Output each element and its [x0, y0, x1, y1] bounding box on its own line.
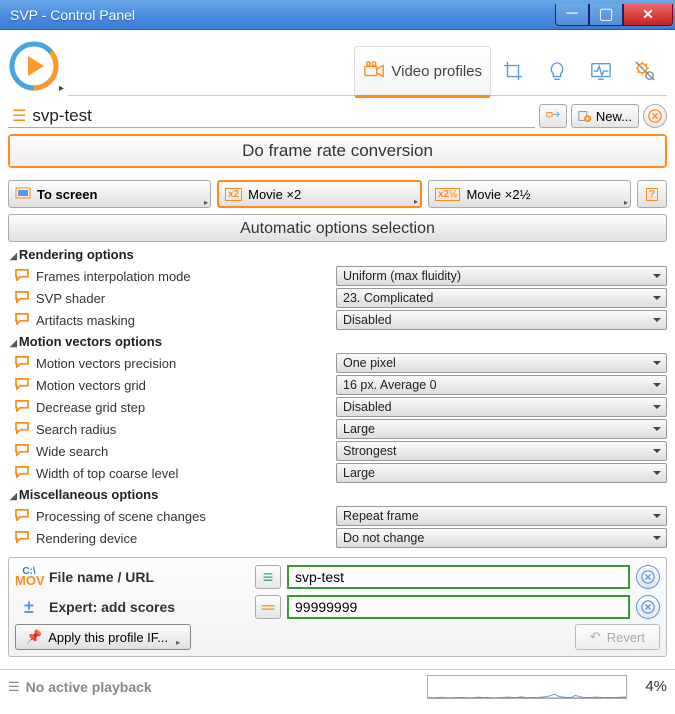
- opt-width-coarse-label: Width of top coarse level: [36, 466, 336, 481]
- bubble-icon: [8, 356, 36, 371]
- tab-crop[interactable]: [491, 46, 535, 95]
- panel-header[interactable]: Do frame rate conversion: [10, 136, 665, 166]
- tab-video-profiles[interactable]: Video profiles: [354, 46, 491, 95]
- bubble-icon: [8, 378, 36, 393]
- filename-label: File name / URL: [49, 569, 249, 585]
- bubble-icon: [8, 313, 36, 328]
- close-icon: [641, 570, 655, 584]
- opt-wide-search-select[interactable]: Strongest: [336, 441, 667, 461]
- opt-render-device-label: Rendering device: [36, 531, 336, 546]
- bubble-icon: [8, 422, 36, 437]
- bubble-icon: [8, 269, 36, 284]
- close-icon: [641, 600, 655, 614]
- opt-mv-grid-label: Motion vectors grid: [36, 378, 336, 393]
- bubble-icon: [8, 444, 36, 459]
- apply-if-button[interactable]: 📌 Apply this profile IF...: [15, 624, 191, 650]
- new-profile-button[interactable]: New...: [571, 104, 639, 128]
- opt-scene-changes-select[interactable]: Repeat frame: [336, 506, 667, 526]
- camera-icon: [363, 60, 385, 82]
- bubble-icon: [8, 531, 36, 546]
- performance-graph: [427, 675, 627, 699]
- tab-video-profiles-label: Video profiles: [391, 63, 482, 80]
- lightbulb-icon: [546, 60, 568, 82]
- match-mode-expert-button[interactable]: ═: [255, 595, 281, 619]
- x2-5-icon: x2½: [435, 188, 460, 201]
- mode-to-screen[interactable]: To screen: [8, 180, 211, 208]
- opt-decrease-grid-label: Decrease grid step: [36, 400, 336, 415]
- status-text: No active playback: [26, 679, 152, 695]
- opt-mv-grid-select[interactable]: 16 px. Average 0: [336, 375, 667, 395]
- opt-artifacts-label: Artifacts masking: [36, 313, 336, 328]
- crop-icon: [502, 60, 524, 82]
- opt-search-radius-label: Search radius: [36, 422, 336, 437]
- cpu-percent: 4%: [627, 678, 667, 695]
- opt-render-device-select[interactable]: Do not change: [336, 528, 667, 548]
- opt-frames-interp-select[interactable]: Uniform (max fluidity): [336, 266, 667, 286]
- expert-label: Expert: add scores: [49, 599, 249, 615]
- opt-search-radius-select[interactable]: Large: [336, 419, 667, 439]
- mode-help-button[interactable]: ?: [637, 180, 667, 208]
- section-rendering[interactable]: Rendering options: [8, 244, 667, 265]
- clear-expert-button[interactable]: [636, 595, 660, 619]
- window-titlebar: SVP - Control Panel ─ ▢ ✕: [0, 0, 675, 30]
- profile-flow-icon: [546, 109, 560, 123]
- opt-width-coarse-select[interactable]: Large: [336, 463, 667, 483]
- revert-button[interactable]: ↶ Revert: [575, 624, 660, 650]
- x2-icon: x2: [225, 188, 242, 201]
- section-misc[interactable]: Miscellaneous options: [8, 484, 667, 505]
- mode-movie-x2-5[interactable]: x2½ Movie ×2½: [428, 180, 631, 208]
- bubble-icon: [8, 466, 36, 481]
- opt-wide-search-label: Wide search: [36, 444, 336, 459]
- status-bar: ☰ No active playback 4%: [0, 669, 675, 703]
- bubble-icon: [8, 400, 36, 415]
- profile-action-button[interactable]: [539, 104, 567, 128]
- logo-menu-indicator-icon: ▸: [59, 83, 64, 94]
- delete-profile-button[interactable]: [643, 104, 667, 128]
- opt-decrease-grid-select[interactable]: Disabled: [336, 397, 667, 417]
- playback-menu-icon[interactable]: ☰: [8, 679, 20, 695]
- window-maximize-button[interactable]: ▢: [589, 4, 623, 26]
- mode-movie-x2[interactable]: x2 Movie ×2: [217, 180, 422, 208]
- screen-icon: [15, 187, 31, 201]
- opt-mv-precision-select[interactable]: One pixel: [336, 353, 667, 373]
- new-icon: [578, 109, 592, 123]
- opt-artifacts-select[interactable]: Disabled: [336, 310, 667, 330]
- close-icon: [648, 109, 662, 123]
- tab-monitor[interactable]: [579, 46, 623, 95]
- tab-settings[interactable]: [623, 46, 667, 95]
- gear-bug-icon: [634, 60, 656, 82]
- window-close-button[interactable]: ✕: [623, 4, 673, 26]
- mov-badge-icon: C:\MOV: [15, 567, 43, 587]
- hamburger-icon: ☰: [8, 106, 30, 126]
- profile-name: svp-test: [30, 106, 92, 126]
- opt-mv-precision-label: Motion vectors precision: [36, 356, 336, 371]
- window-minimize-button[interactable]: ─: [555, 4, 589, 26]
- section-motion[interactable]: Motion vectors options: [8, 331, 667, 352]
- heart-monitor-icon: [590, 60, 612, 82]
- opt-svp-shader-label: SVP shader: [36, 291, 336, 306]
- tab-hints[interactable]: [535, 46, 579, 95]
- plus-minus-icon: ±: [15, 597, 43, 618]
- bubble-icon: [8, 291, 36, 306]
- bubble-icon: [8, 509, 36, 524]
- auto-options-header[interactable]: Automatic options selection: [8, 214, 667, 242]
- filename-input[interactable]: [287, 565, 630, 589]
- question-icon: ?: [646, 188, 658, 201]
- window-title: SVP - Control Panel: [0, 7, 555, 23]
- clear-filename-button[interactable]: [636, 565, 660, 589]
- opt-frames-interp-label: Frames interpolation mode: [36, 269, 336, 284]
- match-mode-filename-button[interactable]: ≡: [255, 565, 281, 589]
- undo-icon: ↶: [590, 629, 601, 645]
- profile-name-field[interactable]: ☰ svp-test: [8, 104, 535, 128]
- expert-input[interactable]: [287, 595, 630, 619]
- opt-svp-shader-select[interactable]: 23. Complicated: [336, 288, 667, 308]
- opt-scene-changes-label: Processing of scene changes: [36, 509, 336, 524]
- app-logo[interactable]: ▸: [8, 40, 68, 96]
- pin-icon: 📌: [26, 629, 42, 645]
